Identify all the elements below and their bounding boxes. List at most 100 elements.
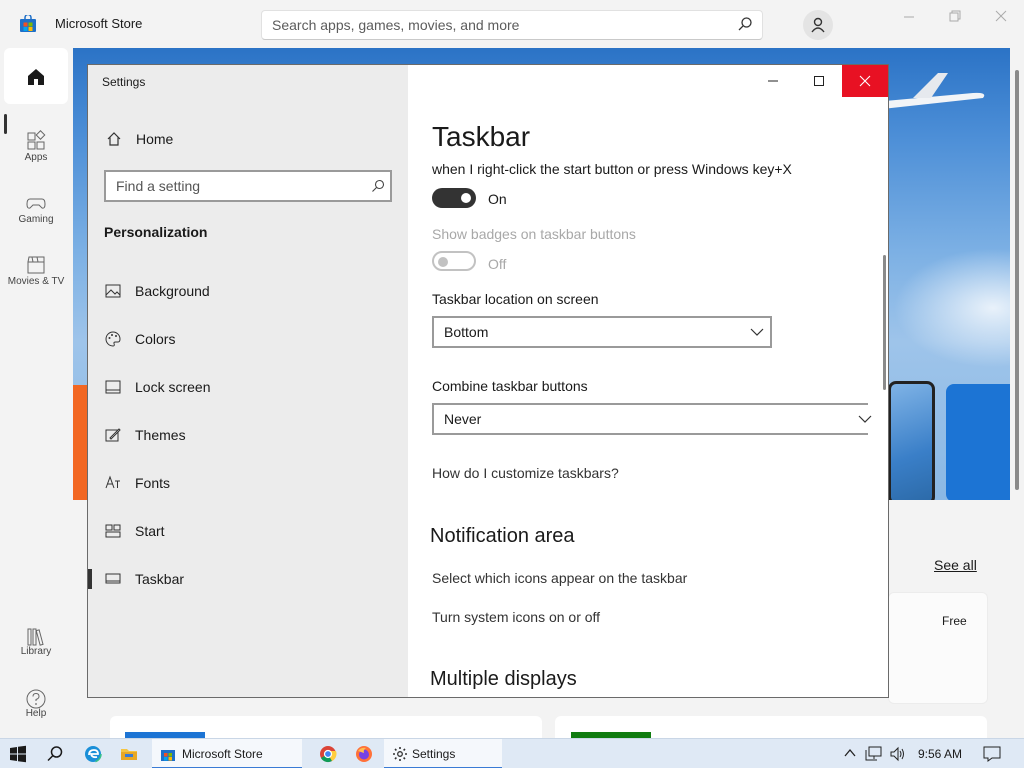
store-scrollbar[interactable]	[1013, 52, 1021, 732]
fonts-icon	[105, 475, 120, 489]
dropdown-value: Bottom	[444, 324, 489, 340]
taskbar-app-label: Microsoft Store	[182, 747, 263, 761]
taskbar-firefox[interactable]	[346, 739, 382, 768]
nav-item-movies[interactable]: Movies & TV	[4, 244, 68, 300]
nav-item-gaming[interactable]: Gaming	[4, 182, 68, 238]
settings-nav-fonts[interactable]: Fonts	[88, 463, 408, 503]
nav-label: Gaming	[18, 214, 54, 225]
settings-minimize-button[interactable]	[750, 65, 796, 97]
taskbar-clock[interactable]: 9:56 AM	[918, 747, 962, 761]
settings-nav-lock-screen[interactable]: Lock screen	[88, 367, 408, 407]
nav-item-help[interactable]: Help	[4, 678, 68, 734]
search-icon[interactable]	[737, 16, 753, 32]
settings-maximize-button[interactable]	[796, 65, 842, 97]
taskbar-search-button[interactable]	[37, 739, 73, 768]
settings-content: Taskbar when I right-click the start but…	[408, 65, 888, 697]
store-icon	[161, 750, 175, 761]
volume-icon[interactable]	[889, 746, 907, 762]
chevron-down-icon	[858, 415, 872, 423]
themes-icon	[105, 428, 121, 442]
taskbar-edge[interactable]	[75, 739, 111, 768]
firefox-icon	[356, 746, 372, 762]
settings-nav-label: Taskbar	[135, 571, 185, 587]
settings-nav-label: Background	[135, 283, 210, 299]
chrome-icon	[320, 746, 337, 763]
start-button[interactable]	[0, 739, 36, 768]
chevron-up-icon[interactable]	[843, 746, 857, 760]
windows-logo-icon	[10, 745, 26, 763]
account-avatar[interactable]	[803, 10, 833, 40]
settings-nav-label: Lock screen	[135, 379, 211, 395]
maximize-icon	[814, 76, 824, 86]
settings-nav-label: Start	[135, 523, 165, 539]
see-all-link[interactable]: See all	[934, 557, 977, 573]
close-icon	[859, 75, 871, 87]
start-icon	[105, 524, 121, 538]
hero-card[interactable]	[888, 381, 935, 500]
taskbar-location-dropdown[interactable]: Bottom	[432, 316, 772, 348]
system-icons-link[interactable]: Turn system icons on or off	[432, 609, 600, 625]
toggle-knob	[461, 193, 471, 203]
location-label: Taskbar location on screen	[432, 291, 599, 307]
help-link[interactable]: How do I customize taskbars?	[432, 465, 619, 481]
settings-home-item[interactable]: Home	[88, 121, 408, 155]
settings-nav-taskbar[interactable]: Taskbar	[88, 559, 408, 599]
settings-nav-label: Colors	[135, 331, 176, 347]
settings-window-title: Settings	[102, 75, 146, 89]
notification-area-heading: Notification area	[430, 525, 575, 547]
taskbar-explorer[interactable]	[111, 739, 147, 768]
badges-toggle[interactable]	[432, 251, 476, 271]
search-icon[interactable]	[371, 179, 385, 193]
store-scrollbar-thumb[interactable]	[1015, 70, 1019, 490]
settings-scrollbar[interactable]	[883, 255, 886, 390]
jumplist-description: when I right-click the start button or p…	[432, 161, 792, 177]
library-icon	[27, 628, 44, 646]
jumplist-toggle-state: On	[488, 191, 507, 207]
folder-icon	[121, 749, 137, 760]
nav-item-apps[interactable]: Apps	[4, 120, 68, 176]
home-icon	[107, 132, 121, 146]
taskbar-app-label: Settings	[412, 747, 456, 761]
badges-label: Show badges on taskbar buttons	[432, 226, 636, 242]
settings-nav-label: Fonts	[135, 475, 171, 491]
settings-home-label: Home	[136, 131, 174, 147]
taskbar-app-store[interactable]: Microsoft Store	[152, 739, 302, 768]
settings-section-title: Personalization	[104, 224, 208, 240]
store-logo-icon	[20, 15, 36, 32]
jumplist-toggle[interactable]	[432, 188, 476, 208]
minimize-icon[interactable]	[895, 8, 925, 28]
settings-close-button[interactable]	[842, 65, 888, 97]
restore-icon[interactable]	[940, 8, 970, 28]
nav-item-library[interactable]: Library	[4, 616, 68, 672]
network-icon[interactable]	[865, 746, 883, 762]
store-title: Microsoft Store	[55, 16, 143, 31]
person-icon	[811, 17, 825, 33]
settings-nav-background[interactable]: Background	[88, 271, 408, 311]
settings-nav-themes[interactable]: Themes	[88, 415, 408, 455]
notification-icon[interactable]	[983, 746, 1001, 762]
select-icons-link[interactable]: Select which icons appear on the taskbar	[432, 570, 687, 586]
close-icon[interactable]	[986, 8, 1016, 28]
combine-label: Combine taskbar buttons	[432, 378, 588, 394]
app-card[interactable]	[888, 592, 988, 704]
lock-screen-icon	[105, 380, 121, 394]
chevron-down-icon	[750, 328, 764, 336]
nav-item-home[interactable]	[4, 48, 68, 104]
combine-buttons-dropdown[interactable]: Never	[432, 403, 872, 435]
settings-nav-colors[interactable]: Colors	[88, 319, 408, 359]
store-sidebar: Apps Gaming Movies & TV Library Help	[0, 48, 72, 738]
apps-icon	[27, 130, 46, 150]
page-title: Taskbar	[432, 121, 531, 152]
dropdown-value: Never	[444, 411, 482, 427]
taskbar-icon	[105, 573, 121, 584]
taskbar-chrome[interactable]	[310, 739, 346, 768]
toggle-knob	[438, 257, 448, 267]
hero-card[interactable]	[946, 384, 1010, 500]
store-search-input[interactable]	[261, 10, 763, 40]
find-setting-input[interactable]	[104, 170, 392, 202]
edge-icon	[84, 745, 102, 763]
windows-taskbar: Microsoft Store Settings 9:56 AM	[0, 738, 1024, 768]
taskbar-app-settings[interactable]: Settings	[384, 739, 502, 768]
settings-nav-start[interactable]: Start	[88, 511, 408, 551]
price-badge: Free	[942, 614, 967, 628]
